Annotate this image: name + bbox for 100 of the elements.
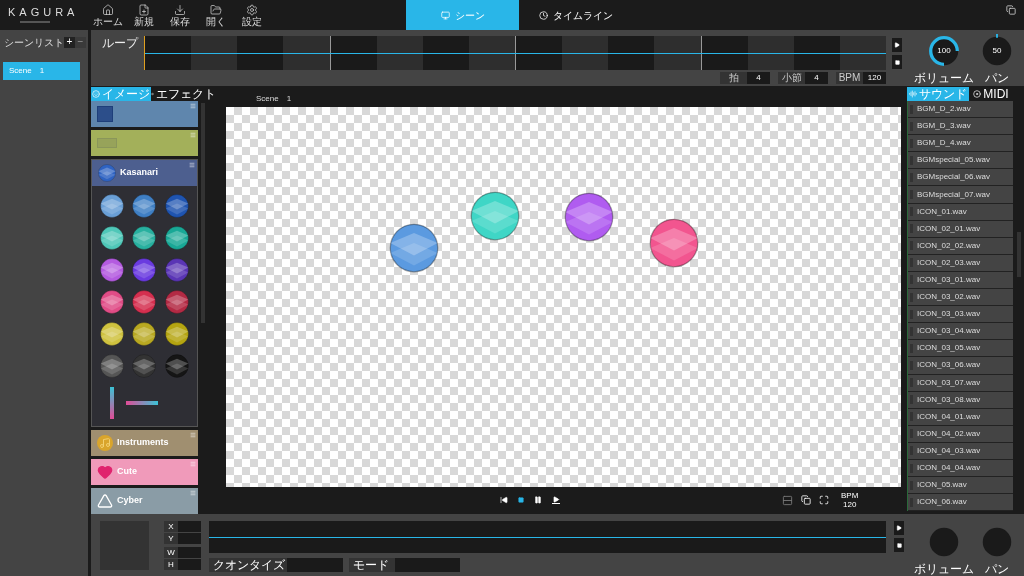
mode-tab[interactable]: タイムライン — [519, 0, 632, 30]
stop-icon[interactable] — [518, 497, 524, 503]
sound-item[interactable]: ICON_06.wav — [908, 494, 1013, 512]
gem-swatch — [132, 354, 157, 378]
gem-swatch — [100, 194, 124, 218]
gem-swatch — [164, 354, 189, 378]
heart-icon — [97, 464, 113, 480]
waveform-icon — [909, 90, 917, 98]
category-banner[interactable] — [91, 101, 198, 127]
play-button[interactable] — [892, 38, 902, 52]
app-logo: KAGURA — [8, 7, 80, 18]
stop-button[interactable] — [892, 55, 902, 69]
category-title: Instruments — [117, 436, 169, 450]
pause-icon[interactable] — [534, 496, 542, 504]
play-icon[interactable] — [552, 496, 560, 504]
gem-swatch — [164, 194, 189, 218]
gem-shape — [389, 223, 439, 273]
settings-icon — [246, 3, 258, 16]
home-icon — [102, 3, 114, 16]
eye-icon — [151, 90, 154, 98]
square-thumbnail — [97, 106, 113, 122]
sound-item[interactable]: ICON_03_05.wav — [908, 340, 1013, 358]
stop-icon — [894, 59, 900, 65]
gem-swatch — [100, 322, 124, 346]
toolbar-button[interactable]: 開く — [200, 0, 232, 30]
category-title: Kasanari — [120, 166, 159, 180]
folder-icon — [210, 3, 222, 16]
loop-timeline[interactable] — [144, 36, 886, 70]
add-button[interactable]: + — [64, 36, 75, 48]
gem-swatch — [100, 226, 124, 250]
knob-label: ボリューム — [914, 563, 974, 576]
canvas-title: Scene 1 — [255, 93, 293, 105]
category-title: Cyber — [117, 494, 143, 508]
menu-icon[interactable] — [189, 162, 195, 168]
play-button[interactable] — [894, 521, 904, 535]
sound-item[interactable]: BGMspecial_05.wav — [908, 152, 1013, 170]
download-icon — [174, 3, 186, 16]
triangle-icon — [97, 493, 113, 509]
play-icon — [894, 42, 900, 48]
sound-item[interactable]: ICON_03_06.wav — [908, 357, 1013, 375]
clock-icon — [538, 10, 548, 20]
gem-swatch — [132, 290, 157, 314]
knob-value: 100 — [937, 45, 951, 57]
sound-item[interactable]: BGM_D_3.wav — [908, 118, 1013, 136]
play-icon — [896, 525, 902, 531]
bpm-value: 120 — [843, 500, 857, 509]
gem-swatch — [132, 226, 157, 250]
restore-icon[interactable] — [1006, 5, 1016, 15]
gem-swatch — [164, 258, 189, 282]
stop-icon — [896, 542, 902, 548]
gem-swatch — [132, 258, 157, 282]
gem-swatch — [100, 258, 124, 282]
gem-shape — [470, 191, 520, 241]
toolbar-button[interactable]: 新規 — [128, 0, 160, 30]
sound-item[interactable]: ICON_03_04.wav — [908, 323, 1013, 341]
screen-icon — [440, 10, 450, 20]
sound-item[interactable]: ICON_03_02.wav — [908, 289, 1013, 307]
gem-swatch — [132, 322, 157, 346]
sound-item[interactable]: BGMspecial_06.wav — [908, 169, 1013, 187]
gem-swatch — [100, 290, 124, 314]
fullscreen-icon[interactable] — [819, 495, 829, 505]
face-icon — [92, 90, 100, 98]
rows-icon[interactable] — [782, 494, 793, 506]
sound-item[interactable]: BGM_D_4.wav — [908, 135, 1013, 153]
new-file-icon — [138, 3, 150, 16]
gem-shape — [564, 192, 614, 242]
knob-label: ボリューム — [914, 72, 974, 85]
gem-swatch — [132, 194, 157, 218]
gem-swatch — [164, 322, 189, 346]
gem-swatch — [164, 226, 189, 250]
gem-swatch — [164, 290, 189, 314]
palette-tab[interactable]: エフェクト — [151, 87, 216, 101]
stop-button[interactable] — [894, 538, 904, 552]
disc-icon — [973, 90, 982, 98]
sound-tab[interactable]: MIDI — [969, 87, 1013, 101]
toolbar-button[interactable]: ホーム — [92, 0, 124, 30]
remove-button[interactable]: − — [75, 36, 86, 48]
grid-thumbnail — [97, 138, 117, 148]
canvas[interactable] — [226, 107, 901, 487]
category-banner[interactable]: Kasanari — [92, 160, 197, 186]
sound-item[interactable]: BGM_D_2.wav — [908, 101, 1013, 119]
panel-title: シーンリスト — [4, 35, 64, 50]
windows-icon[interactable] — [801, 495, 811, 505]
sound-item[interactable]: ICON_05.wav — [908, 477, 1013, 495]
skip-back-icon[interactable] — [500, 496, 508, 504]
sound-item[interactable]: ICON_03_03.wav — [908, 306, 1013, 324]
bpm-label: BPM — [841, 491, 859, 500]
loop-label: ループ — [102, 35, 138, 52]
gem-swatch — [100, 354, 124, 378]
gem-icon — [98, 164, 116, 182]
knob-label: パン — [985, 72, 1009, 85]
toolbar-button[interactable]: 設定 — [236, 0, 268, 30]
clip-timeline[interactable] — [209, 521, 886, 553]
knob-value: 50 — [992, 45, 1002, 57]
toolbar-button[interactable]: 保存 — [164, 0, 196, 30]
scrollbar[interactable] — [1016, 232, 1021, 277]
knob-label: パン — [985, 563, 1009, 576]
sound-item[interactable]: BGMspecial_07.wav — [908, 186, 1013, 204]
music-icon — [97, 435, 113, 451]
category-title: Cute — [117, 465, 137, 479]
